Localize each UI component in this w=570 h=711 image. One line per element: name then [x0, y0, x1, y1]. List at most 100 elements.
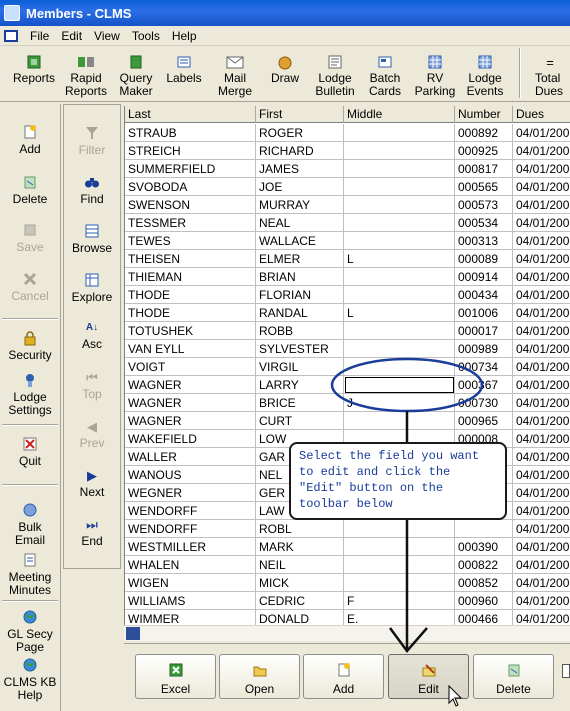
cell-first[interactable]: JOE	[256, 178, 344, 196]
cell-first[interactable]: CURT	[256, 412, 344, 430]
toolbar-query-maker-button[interactable]: Query Maker	[115, 54, 157, 98]
cell-last[interactable]: THIEMAN	[125, 268, 256, 286]
table-row[interactable]: SUMMERFIELD JAMES 000817 04/01/200	[125, 160, 570, 178]
sort-ascending-button[interactable]: A↓ Asc	[64, 319, 120, 351]
cell-number[interactable]: 000017	[455, 322, 513, 340]
lodge-settings-button[interactable]: Lodge Settings	[0, 372, 60, 417]
cell-middle[interactable]	[344, 268, 455, 286]
cell-first[interactable]: ROBB	[256, 322, 344, 340]
cell-dues[interactable]: 04/01/200	[513, 376, 570, 394]
security-button[interactable]: Security	[0, 330, 60, 362]
cell-middle[interactable]	[344, 376, 455, 394]
cell-middle[interactable]	[344, 322, 455, 340]
cell-number[interactable]: 000367	[455, 376, 513, 394]
cell-last[interactable]: VAN EYLL	[125, 340, 256, 358]
table-row[interactable]: WIGEN MICK 000852 04/01/200	[125, 574, 570, 592]
table-row[interactable]: THIEMAN BRIAN 000914 04/01/200	[125, 268, 570, 286]
column-header-last[interactable]: Last	[125, 106, 256, 123]
cell-last[interactable]: WESTMILLER	[125, 538, 256, 556]
table-row[interactable]: THEISEN ELMER L 000089 04/01/200	[125, 250, 570, 268]
cell-dues[interactable]: 04/01/200	[513, 250, 570, 268]
cell-last[interactable]: WENDORFF	[125, 502, 256, 520]
cell-first[interactable]: SYLVESTER	[256, 340, 344, 358]
cell-dues[interactable]: 04/01/200	[513, 232, 570, 250]
window-menu-icon[interactable]	[4, 29, 18, 42]
cell-last[interactable]: TEWES	[125, 232, 256, 250]
cell-middle[interactable]	[344, 520, 455, 538]
cell-last[interactable]: TOTUSHEK	[125, 322, 256, 340]
horizontal-scrollbar[interactable]	[124, 625, 570, 641]
table-row[interactable]: THODE RANDAL L 001006 04/01/200	[125, 304, 570, 322]
prev-button[interactable]: ◀ Prev	[64, 418, 120, 450]
column-header-dues[interactable]: Dues	[513, 106, 570, 123]
cell-first[interactable]: BRICE	[256, 394, 344, 412]
edit-button[interactable]: Edit	[388, 654, 469, 699]
toolbar-rv-parking-button[interactable]: RV Parking	[414, 54, 456, 98]
cell-first[interactable]: RICHARD	[256, 142, 344, 160]
cell-middle[interactable]	[344, 286, 455, 304]
table-row[interactable]: VAN EYLL SYLVESTER 000989 04/01/200	[125, 340, 570, 358]
table-row[interactable]: VOIGT VIRGIL 000734 04/01/200	[125, 358, 570, 376]
toolbar-batch-cards-button[interactable]: Batch Cards	[364, 54, 406, 98]
delete-record-button[interactable]: Delete	[0, 174, 60, 206]
menu-file[interactable]: File	[24, 29, 55, 43]
cell-last[interactable]: WAGNER	[125, 412, 256, 430]
bulk-email-button[interactable]: Bulk Email	[0, 502, 60, 547]
cell-middle[interactable]	[344, 124, 455, 142]
cell-last[interactable]: SWENSON	[125, 196, 256, 214]
cell-dues[interactable]: 04/01/200	[513, 304, 570, 322]
cell-number[interactable]: 000313	[455, 232, 513, 250]
menu-edit[interactable]: Edit	[55, 29, 88, 43]
excel-button[interactable]: Excel	[135, 654, 216, 699]
cell-first[interactable]: RANDAL	[256, 304, 344, 322]
cell-middle[interactable]	[344, 232, 455, 250]
table-row[interactable]: TOTUSHEK ROBB 000017 04/01/200	[125, 322, 570, 340]
cell-middle[interactable]: J	[344, 394, 455, 412]
cell-number[interactable]: 000822	[455, 556, 513, 574]
cell-dues[interactable]: 04/01/200	[513, 520, 570, 538]
toolbar-lodge-bulletin-button[interactable]: Lodge Bulletin	[313, 54, 357, 98]
cell-dues[interactable]: 04/01/200	[513, 214, 570, 232]
table-row[interactable]: WENDORFF ROBL 04/01/200	[125, 520, 570, 538]
cell-middle[interactable]	[344, 178, 455, 196]
toolbar-mail-merge-button[interactable]: Mail Merge	[213, 54, 257, 98]
cell-middle[interactable]: L	[344, 304, 455, 322]
cell-middle[interactable]	[344, 358, 455, 376]
cell-dues[interactable]: 04/01/200	[513, 268, 570, 286]
cell-middle[interactable]: F	[344, 592, 455, 610]
cell-number[interactable]: 000565	[455, 178, 513, 196]
cell-first[interactable]: NEAL	[256, 214, 344, 232]
table-row[interactable]: SWENSON MURRAY 000573 04/01/200	[125, 196, 570, 214]
column-header-first[interactable]: First	[256, 106, 344, 123]
cell-dues[interactable]: 04/01/200	[513, 124, 570, 142]
cell-number[interactable]: 000734	[455, 358, 513, 376]
cell-number[interactable]: 000573	[455, 196, 513, 214]
cell-dues[interactable]: 04/01/200	[513, 574, 570, 592]
toolbar-draw-button[interactable]: Draw	[266, 54, 304, 85]
cell-last[interactable]: WAGNER	[125, 376, 256, 394]
browse-button[interactable]: Browse	[64, 223, 120, 255]
table-row[interactable]: WAGNER CURT 000965 04/01/200	[125, 412, 570, 430]
cell-dues[interactable]: 04/01/200	[513, 466, 570, 484]
cell-first[interactable]: ELMER	[256, 250, 344, 268]
cell-dues[interactable]: 04/01/200	[513, 556, 570, 574]
cell-first[interactable]: MICK	[256, 574, 344, 592]
cell-middle[interactable]	[344, 142, 455, 160]
meeting-minutes-button[interactable]: Meeting Minutes	[0, 552, 60, 597]
menu-help[interactable]: Help	[166, 29, 203, 43]
cell-last[interactable]: WAKEFIELD	[125, 430, 256, 448]
cell-dues[interactable]: 04/01/200	[513, 142, 570, 160]
cell-last[interactable]: SVOBODA	[125, 178, 256, 196]
cell-last[interactable]: WHALEN	[125, 556, 256, 574]
cell-dues[interactable]: 04/01/200	[513, 196, 570, 214]
cell-last[interactable]: THODE	[125, 286, 256, 304]
cell-number[interactable]: 000730	[455, 394, 513, 412]
cell-number[interactable]: 001006	[455, 304, 513, 322]
cell-dues[interactable]: 04/01/200	[513, 502, 570, 520]
cell-number[interactable]: 000390	[455, 538, 513, 556]
cell-last[interactable]: WENDORFF	[125, 520, 256, 538]
cell-last[interactable]: STREICH	[125, 142, 256, 160]
cell-last[interactable]: WANOUS	[125, 466, 256, 484]
menu-tools[interactable]: Tools	[126, 29, 166, 43]
toolbar-lodge-events-button[interactable]: Lodge Events	[464, 54, 506, 98]
